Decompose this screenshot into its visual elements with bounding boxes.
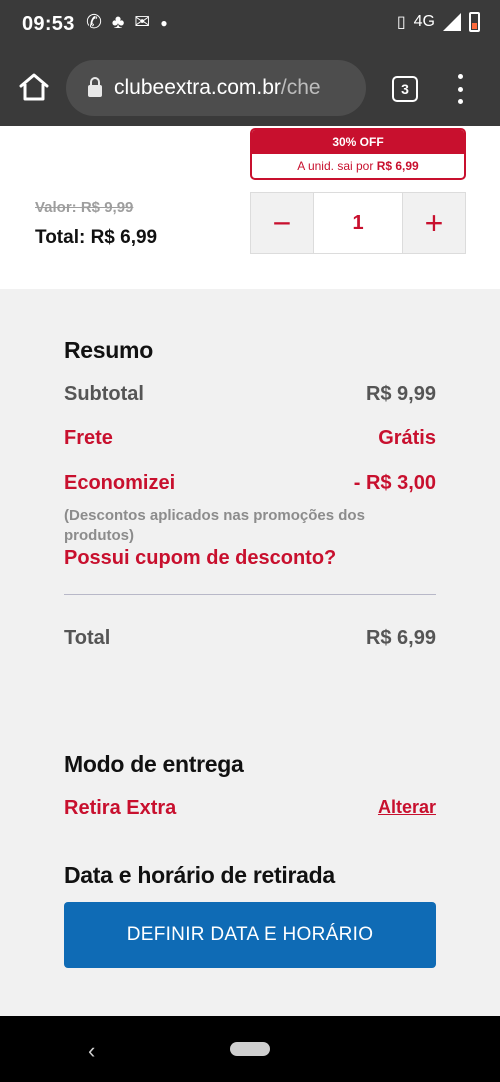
pickup-title: Data e horário de retirada xyxy=(64,862,335,888)
product-total-price: Total: R$ 6,99 xyxy=(35,227,158,248)
shipping-label: Frete xyxy=(64,427,113,449)
promo-badge: 30% OFF A unid. sai por R$ 6,99 xyxy=(250,128,466,180)
summary-divider xyxy=(64,594,436,595)
delivery-mode-value: Retira Extra xyxy=(64,797,177,819)
tab-switcher-button[interactable]: 3 xyxy=(392,76,418,102)
promo-unit-price: A unid. sai por R$ 6,99 xyxy=(252,154,464,178)
address-bar[interactable]: clubeextra.com.br/che xyxy=(66,60,366,116)
system-navigation-bar: ‹ xyxy=(0,1016,500,1082)
subtotal-value: R$ 9,99 xyxy=(365,383,436,405)
whatsapp-icon: ✆ xyxy=(86,12,102,33)
more-menu-icon[interactable] xyxy=(454,74,466,104)
vibrate-icon: ▯ xyxy=(396,14,406,31)
gmail-icon: ✉ xyxy=(134,12,151,33)
order-summary-section: Resumo Subtotal R$ 9,99 Frete Grátis Eco… xyxy=(0,289,500,1016)
total-label: Total xyxy=(64,627,111,649)
decrease-quantity-button[interactable]: − xyxy=(251,193,313,253)
status-bar: 09:53 ✆ ♣ ✉ ● ▯ 4G xyxy=(0,0,500,48)
discount-note: (Descontos aplicados nas promoções dos p… xyxy=(64,507,365,544)
set-pickup-time-button[interactable]: DEFINIR DATA E HORÁRIO xyxy=(64,902,436,968)
shipping-value: Grátis xyxy=(378,427,436,449)
url-text: clubeextra.com.br/che xyxy=(114,76,321,100)
savings-label: Economizei xyxy=(64,472,176,494)
url-path: /che xyxy=(280,76,321,99)
total-value: R$ 6,99 xyxy=(365,627,436,649)
quantity-value: 1 xyxy=(313,193,403,253)
status-time: 09:53 xyxy=(22,13,75,35)
promo-prefix: A unid. sai por xyxy=(297,159,374,173)
lock-icon xyxy=(88,77,102,97)
original-price: Valor: R$ 9,99 xyxy=(35,199,134,216)
savings-value: - R$ 3,00 xyxy=(353,472,436,494)
battery-icon xyxy=(469,12,480,32)
summary-title: Resumo xyxy=(64,337,153,363)
system-icons: ▯ 4G xyxy=(397,12,480,32)
delivery-mode-title: Modo de entrega xyxy=(64,751,244,777)
back-icon[interactable]: ‹ xyxy=(88,1038,95,1064)
home-icon[interactable] xyxy=(18,72,50,102)
notification-icons: ✆ ♣ ✉ ● xyxy=(86,12,168,34)
home-pill-icon[interactable] xyxy=(230,1042,270,1056)
network-label: 4G xyxy=(413,13,435,30)
increase-quantity-button[interactable]: + xyxy=(403,193,465,253)
product-section: 30% OFF A unid. sai por R$ 6,99 Valor: R… xyxy=(0,126,500,289)
signal-icon xyxy=(443,13,461,31)
promo-price: R$ 6,99 xyxy=(376,159,419,173)
subtotal-label: Subtotal xyxy=(64,383,144,405)
change-delivery-link[interactable]: Alterar xyxy=(378,797,436,818)
browser-toolbar: clubeextra.com.br/che 3 xyxy=(0,48,500,126)
dot-icon: ● xyxy=(160,16,168,30)
url-domain: clubeextra.com.br xyxy=(114,76,281,99)
promo-title: 30% OFF xyxy=(252,130,464,154)
quantity-stepper: − 1 + xyxy=(250,192,466,254)
notification-icon: ♣ xyxy=(111,12,125,33)
coupon-link[interactable]: Possui cupom de desconto? xyxy=(64,547,336,570)
